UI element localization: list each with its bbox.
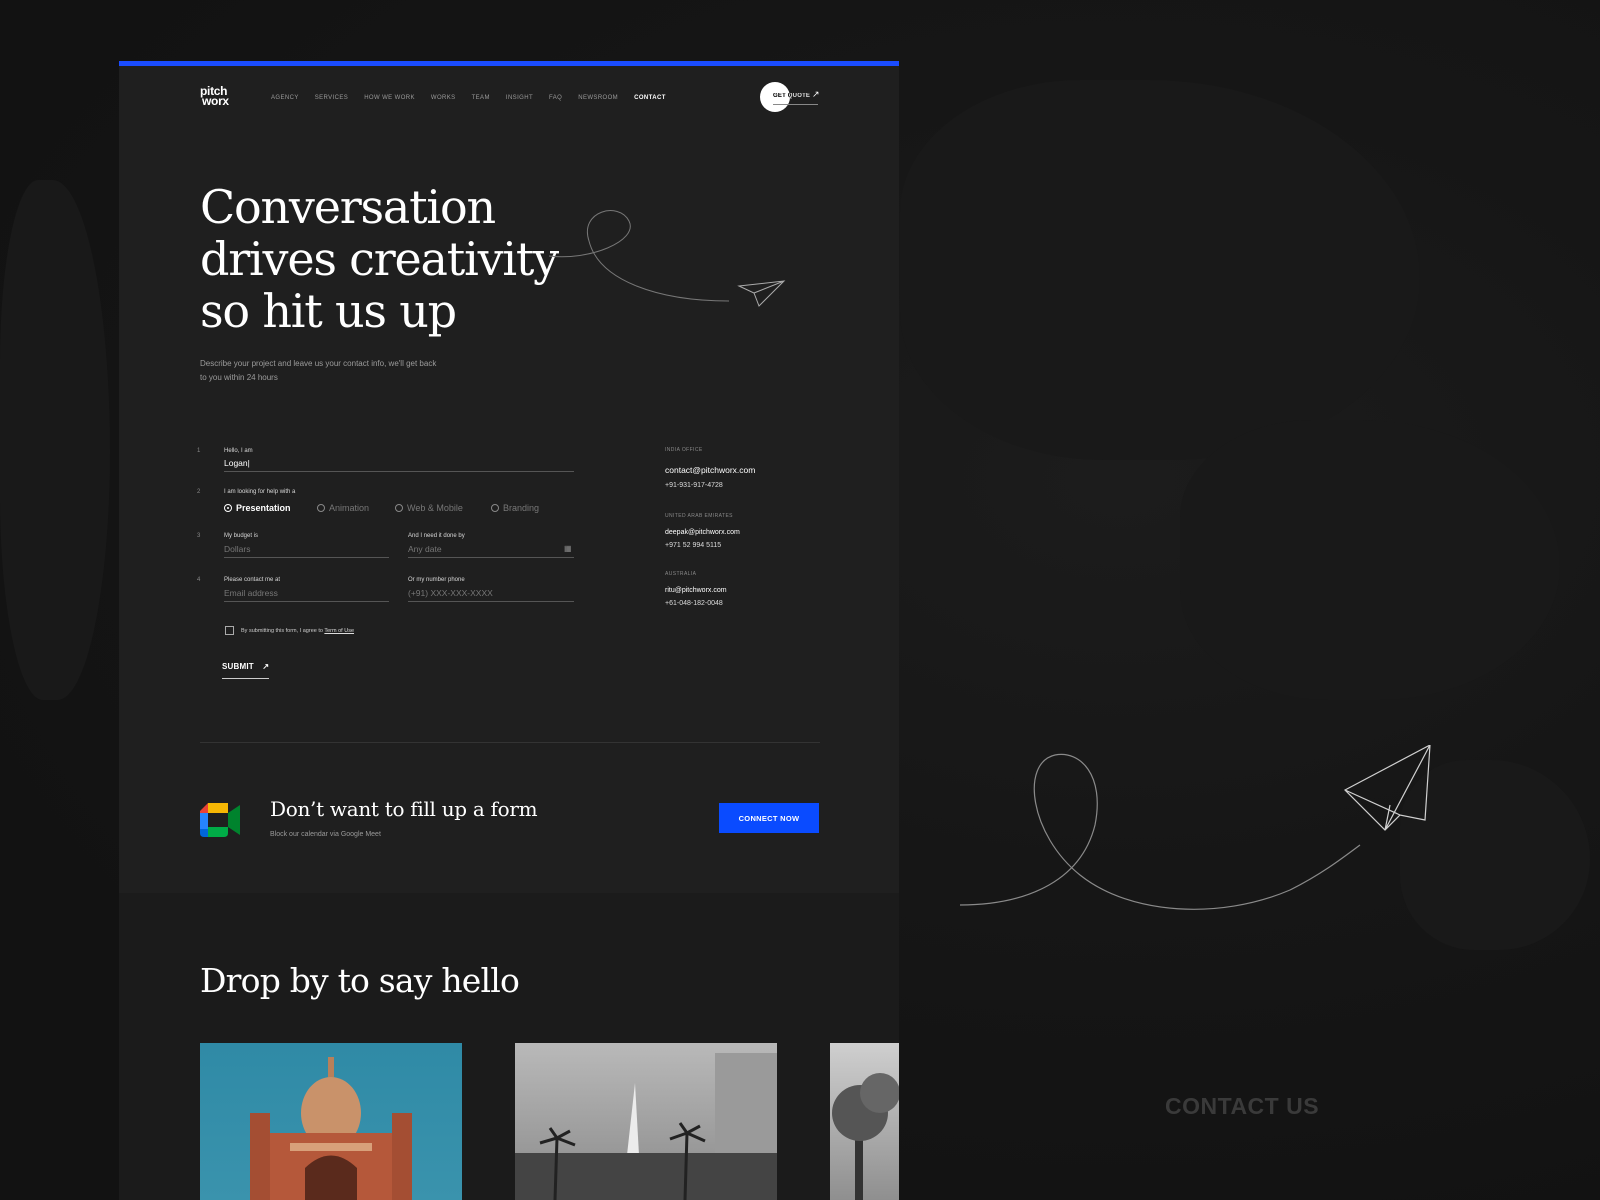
office-email[interactable]: deepak@pitchworx.com: [665, 529, 740, 536]
locations-title: Drop by to say hello: [200, 961, 520, 1000]
nav-item-team[interactable]: TEAM: [472, 95, 490, 101]
quote-underline: [773, 104, 818, 105]
nav-item-works[interactable]: WORKS: [431, 95, 456, 101]
hero-subtitle: Describe your project and leave us your …: [200, 357, 460, 385]
option-branding-radio[interactable]: Branding: [491, 503, 539, 513]
section-divider: [200, 742, 820, 743]
name-label: Hello, I am: [224, 448, 253, 454]
nav-item-faq[interactable]: FAQ: [549, 95, 562, 101]
arrow-up-right-icon: ↗: [262, 662, 270, 671]
nav-item-services[interactable]: SERVICES: [315, 95, 348, 101]
monument-illustration: [250, 1057, 412, 1200]
submit-button[interactable]: SUBMIT ↗: [222, 662, 270, 679]
submit-label: SUBMIT: [222, 662, 254, 671]
option-label: Web & Mobile: [407, 503, 463, 513]
option-presentation-radio[interactable]: Presentation: [224, 503, 291, 513]
option-label: Presentation: [236, 503, 291, 513]
office-phone[interactable]: +91-931-917-4728: [665, 482, 723, 489]
budget-label: My budget is: [224, 533, 259, 539]
nav-item-how-we-work[interactable]: HOW WE WORK: [364, 95, 415, 101]
office-label: UNITED ARAB EMIRATES: [665, 513, 733, 519]
top-navigation: pitch worx AGENCY SERVICES HOW WE WORK W…: [119, 82, 899, 116]
office-email[interactable]: ritu@pitchworx.com: [665, 587, 727, 594]
date-label: And I need it done by: [408, 533, 465, 539]
hero-subtitle-line2: to you within 24 hours: [200, 373, 278, 382]
terms-of-use-link[interactable]: Term of Use: [324, 628, 354, 634]
hero-title-line3: so hit us up: [200, 284, 457, 338]
hero-subtitle-line1: Describe your project and leave us your …: [200, 359, 437, 368]
office-email[interactable]: contact@pitchworx.com: [665, 465, 755, 475]
step-number: 3: [197, 533, 201, 539]
google-meet-icon: [200, 803, 240, 837]
step-number: 2: [197, 489, 201, 495]
nav-item-newsroom[interactable]: NEWSROOM: [578, 95, 618, 101]
terms-label: By submitting this form, I agree to: [241, 628, 323, 634]
option-label: Branding: [503, 503, 540, 513]
step-number: 1: [197, 448, 201, 454]
city-illustration: [515, 1053, 777, 1200]
nav-item-contact[interactable]: CONTACT: [634, 95, 666, 101]
radio-dot: [395, 504, 403, 512]
name-input[interactable]: Logan|: [224, 458, 574, 472]
radio-dot: [491, 504, 499, 512]
office-phone[interactable]: +61-048-182-0048: [665, 600, 723, 607]
tree-illustration: [832, 1073, 899, 1200]
large-paper-plane-doodle: [960, 745, 1431, 910]
meet-title: Don’t want to fill up a form: [270, 797, 538, 821]
meet-subtitle: Block our calendar via Google Meet: [270, 831, 381, 838]
office-phone[interactable]: +971 52 994 5115: [665, 542, 721, 549]
india-office-photo[interactable]: [200, 1043, 462, 1200]
office-label: INDIA OFFICE: [665, 447, 703, 453]
arrow-up-right-icon: ↗: [812, 89, 820, 99]
nav-item-agency[interactable]: AGENCY: [271, 95, 299, 101]
office-label: AUSTRALIA: [665, 571, 697, 577]
hero-title-line2: drives creativity: [200, 232, 559, 286]
budget-input[interactable]: Dollars: [224, 544, 389, 558]
accent-bar: [119, 61, 899, 66]
radio-dot: [317, 504, 325, 512]
hero-title: Conversation drives creativity so hit us…: [200, 180, 559, 338]
option-animation-radio[interactable]: Animation: [317, 503, 369, 513]
nav-links: AGENCY SERVICES HOW WE WORK WORKS TEAM I…: [271, 95, 682, 101]
option-web-mobile-radio[interactable]: Web & Mobile: [395, 503, 463, 513]
uae-office-photo[interactable]: [515, 1043, 777, 1200]
get-quote-label: GET QUOTE: [773, 93, 811, 99]
phone-label: Or my number phone: [408, 577, 465, 583]
australia-office-photo[interactable]: [830, 1043, 899, 1200]
radio-dot: [224, 504, 232, 512]
email-input[interactable]: Email address: [224, 588, 389, 602]
help-label: I am looking for help with a: [224, 489, 296, 495]
nav-item-insight[interactable]: INSIGHT: [506, 95, 533, 101]
terms-checkbox[interactable]: [225, 626, 234, 635]
connect-now-button[interactable]: CONNECT NOW: [719, 803, 819, 833]
email-label: Please contact me at: [224, 577, 281, 583]
logo-line2: worx: [202, 94, 229, 108]
map-landmass: [1180, 420, 1560, 700]
step-number: 4: [197, 577, 201, 583]
map-landmass: [0, 180, 110, 700]
option-label: Animation: [329, 503, 370, 513]
calendar-icon[interactable]: ▦: [564, 544, 572, 553]
pitchworx-logo[interactable]: pitch worx: [200, 85, 229, 108]
hero-title-line1: Conversation: [200, 180, 496, 234]
contact-us-caption: CONTACT US: [1165, 1093, 1320, 1119]
website-frame: pitch worx AGENCY SERVICES HOW WE WORK W…: [119, 61, 899, 1200]
locations-section: Drop by to say hello: [119, 893, 899, 1200]
map-landmass: [900, 80, 1420, 460]
phone-input[interactable]: (+91) XXX-XXX-XXXX: [408, 588, 574, 602]
paper-plane-doodle: [548, 210, 786, 307]
date-input[interactable]: Any date: [408, 544, 574, 558]
get-quote-button[interactable]: GET QUOTE ↗: [760, 82, 820, 116]
terms-text: By submitting this form, I agree to Term…: [241, 628, 354, 634]
